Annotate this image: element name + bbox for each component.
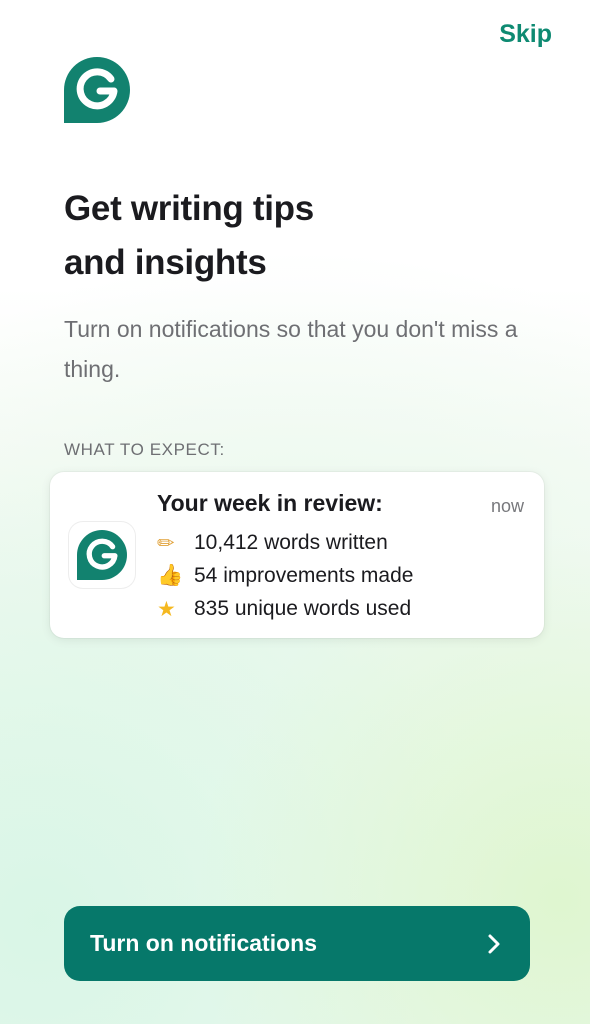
notification-app-icon <box>69 522 135 588</box>
page-subtitle: Turn on notifications so that you don't … <box>64 316 518 382</box>
chevron-right-icon <box>488 934 500 953</box>
page-title: Get writing tips and insights <box>64 182 534 290</box>
notification-lines: ✏ 10,412 words written 👍 54 improvements… <box>157 526 413 625</box>
title-line-1: Get writing tips <box>64 189 314 228</box>
notification-line-text: 10,412 words written <box>194 530 388 554</box>
what-to-expect-label: WHAT TO EXPECT: <box>64 440 225 459</box>
list-item: 👍 54 improvements made <box>157 559 413 592</box>
notification-line-text: 54 improvements made <box>194 563 414 587</box>
onboarding-screen: Skip Get writing tips and insights Turn … <box>0 0 590 1024</box>
star-icon: ★ <box>157 596 176 621</box>
notification-time: now <box>490 496 524 516</box>
turn-on-notifications-button[interactable]: Turn on notifications <box>64 906 530 981</box>
list-item: ★ 835 unique words used <box>157 592 413 625</box>
list-item: ✏ 10,412 words written <box>157 526 413 559</box>
cta-label: Turn on notifications <box>90 930 317 956</box>
title-line-2: and insights <box>64 243 267 282</box>
notification-preview-card: Your week in review: now ✏ 10,412 words … <box>50 472 544 638</box>
skip-button[interactable]: Skip <box>499 20 552 49</box>
pencil-icon: ✏ <box>157 530 175 555</box>
notification-title: Your week in review: <box>157 490 383 516</box>
thumbs-up-icon: 👍 <box>157 563 184 587</box>
grammarly-logo-icon <box>77 530 127 580</box>
notification-line-text: 835 unique words used <box>194 596 412 620</box>
grammarly-logo-icon <box>64 57 130 123</box>
